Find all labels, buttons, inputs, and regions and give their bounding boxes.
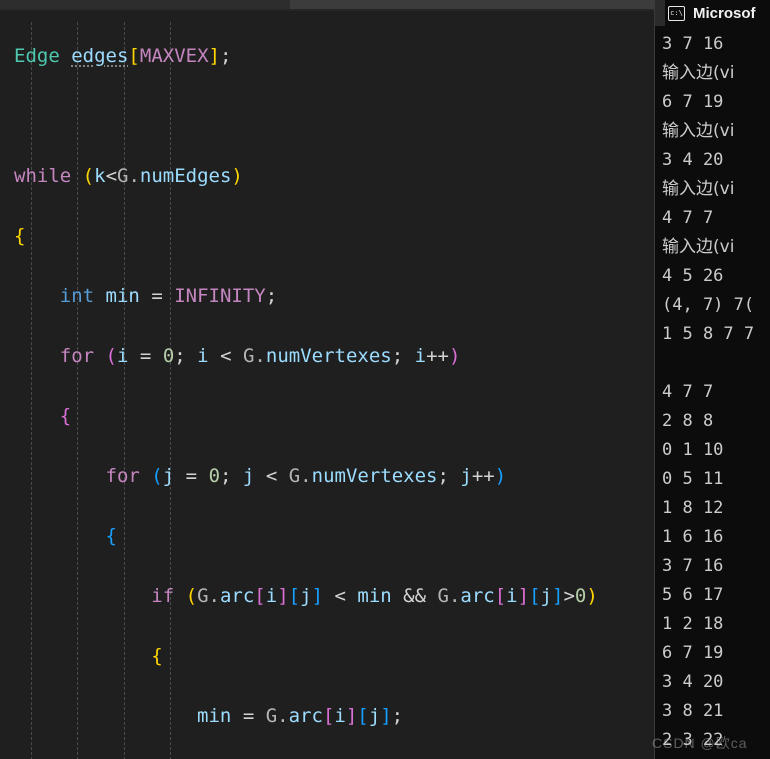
console-line: 3 4 20 — [662, 672, 724, 692]
code-line[interactable]: { — [0, 521, 598, 551]
code-line[interactable]: min = G.arc[i][j]; — [0, 701, 598, 731]
code-line[interactable]: { — [0, 401, 598, 431]
console-line: 0 1 10 — [662, 440, 724, 460]
console-line: 4 7 7 — [662, 382, 714, 402]
console-line: 0 5 11 — [662, 469, 724, 489]
code-editor-pane[interactable]: Edge edges[MAXVEX]; while (k<G.numEdges)… — [0, 11, 646, 759]
console-line: 输入边(vi — [662, 121, 735, 141]
screen-root: Edge edges[MAXVEX]; while (k<G.numEdges)… — [0, 0, 770, 759]
cmd-terminal-icon: c:\ — [668, 5, 685, 21]
code-line[interactable]: { — [0, 641, 598, 671]
code-line[interactable]: for (i = 0; i < G.numVertexes; i++) — [0, 341, 598, 371]
console-line: 2 8 8 — [662, 411, 714, 431]
code-line[interactable]: int min = INFINITY; — [0, 281, 598, 311]
code-line[interactable]: if (G.arc[i][j] < min && G.arc[i][j]>0) — [0, 581, 598, 611]
console-title-bar[interactable]: c:\ Microsof — [655, 0, 770, 26]
console-line: 3 8 21 — [662, 701, 724, 721]
console-line: 1 2 18 — [662, 614, 724, 634]
console-line: 1 8 12 — [662, 498, 724, 518]
editor-tab-strip[interactable] — [0, 0, 655, 9]
console-line: 3 7 16 — [662, 34, 724, 54]
code-line[interactable]: while (k<G.numEdges) — [0, 161, 598, 191]
console-line: 输入边(vi — [662, 63, 735, 83]
console-window[interactable]: c:\ Microsof 3 7 16 输入边(vi 6 7 19 输入边(vi 3 4… — [655, 0, 770, 759]
console-line: 3 7 16 — [662, 556, 724, 576]
console-line: 5 6 17 — [662, 585, 724, 605]
console-title-shade — [655, 0, 665, 26]
console-line: 6 7 19 — [662, 92, 724, 112]
code-line[interactable]: Edge edges[MAXVEX]; — [0, 41, 598, 71]
console-title-text: Microsof — [693, 4, 756, 22]
console-line: 4 5 26 — [662, 266, 724, 286]
console-line: 3 6 24 — [662, 755, 770, 759]
code-content[interactable]: Edge edges[MAXVEX]; while (k<G.numEdges)… — [0, 11, 598, 759]
console-line: 输入边(vi — [662, 179, 735, 199]
code-line[interactable]: for (j = 0; j < G.numVertexes; j++) — [0, 461, 598, 491]
console-line: 2 3 22 — [662, 730, 724, 750]
code-line[interactable] — [0, 101, 598, 131]
console-line: 1 5 8 7 7 — [662, 324, 755, 344]
console-line: 3 4 20 — [662, 150, 724, 170]
console-line: 输入边(vi — [662, 237, 735, 257]
console-line: (4, 7) 7( — [662, 295, 755, 315]
console-line: 6 7 19 — [662, 643, 724, 663]
console-output: 3 7 16 输入边(vi 6 7 19 输入边(vi 3 4 20 输入边(vi 4 7 … — [655, 30, 770, 759]
editor-tab-active[interactable] — [290, 0, 655, 9]
console-line: 1 6 16 — [662, 527, 724, 547]
code-line[interactable]: { — [0, 221, 598, 251]
console-line: 4 7 7 — [662, 208, 714, 228]
